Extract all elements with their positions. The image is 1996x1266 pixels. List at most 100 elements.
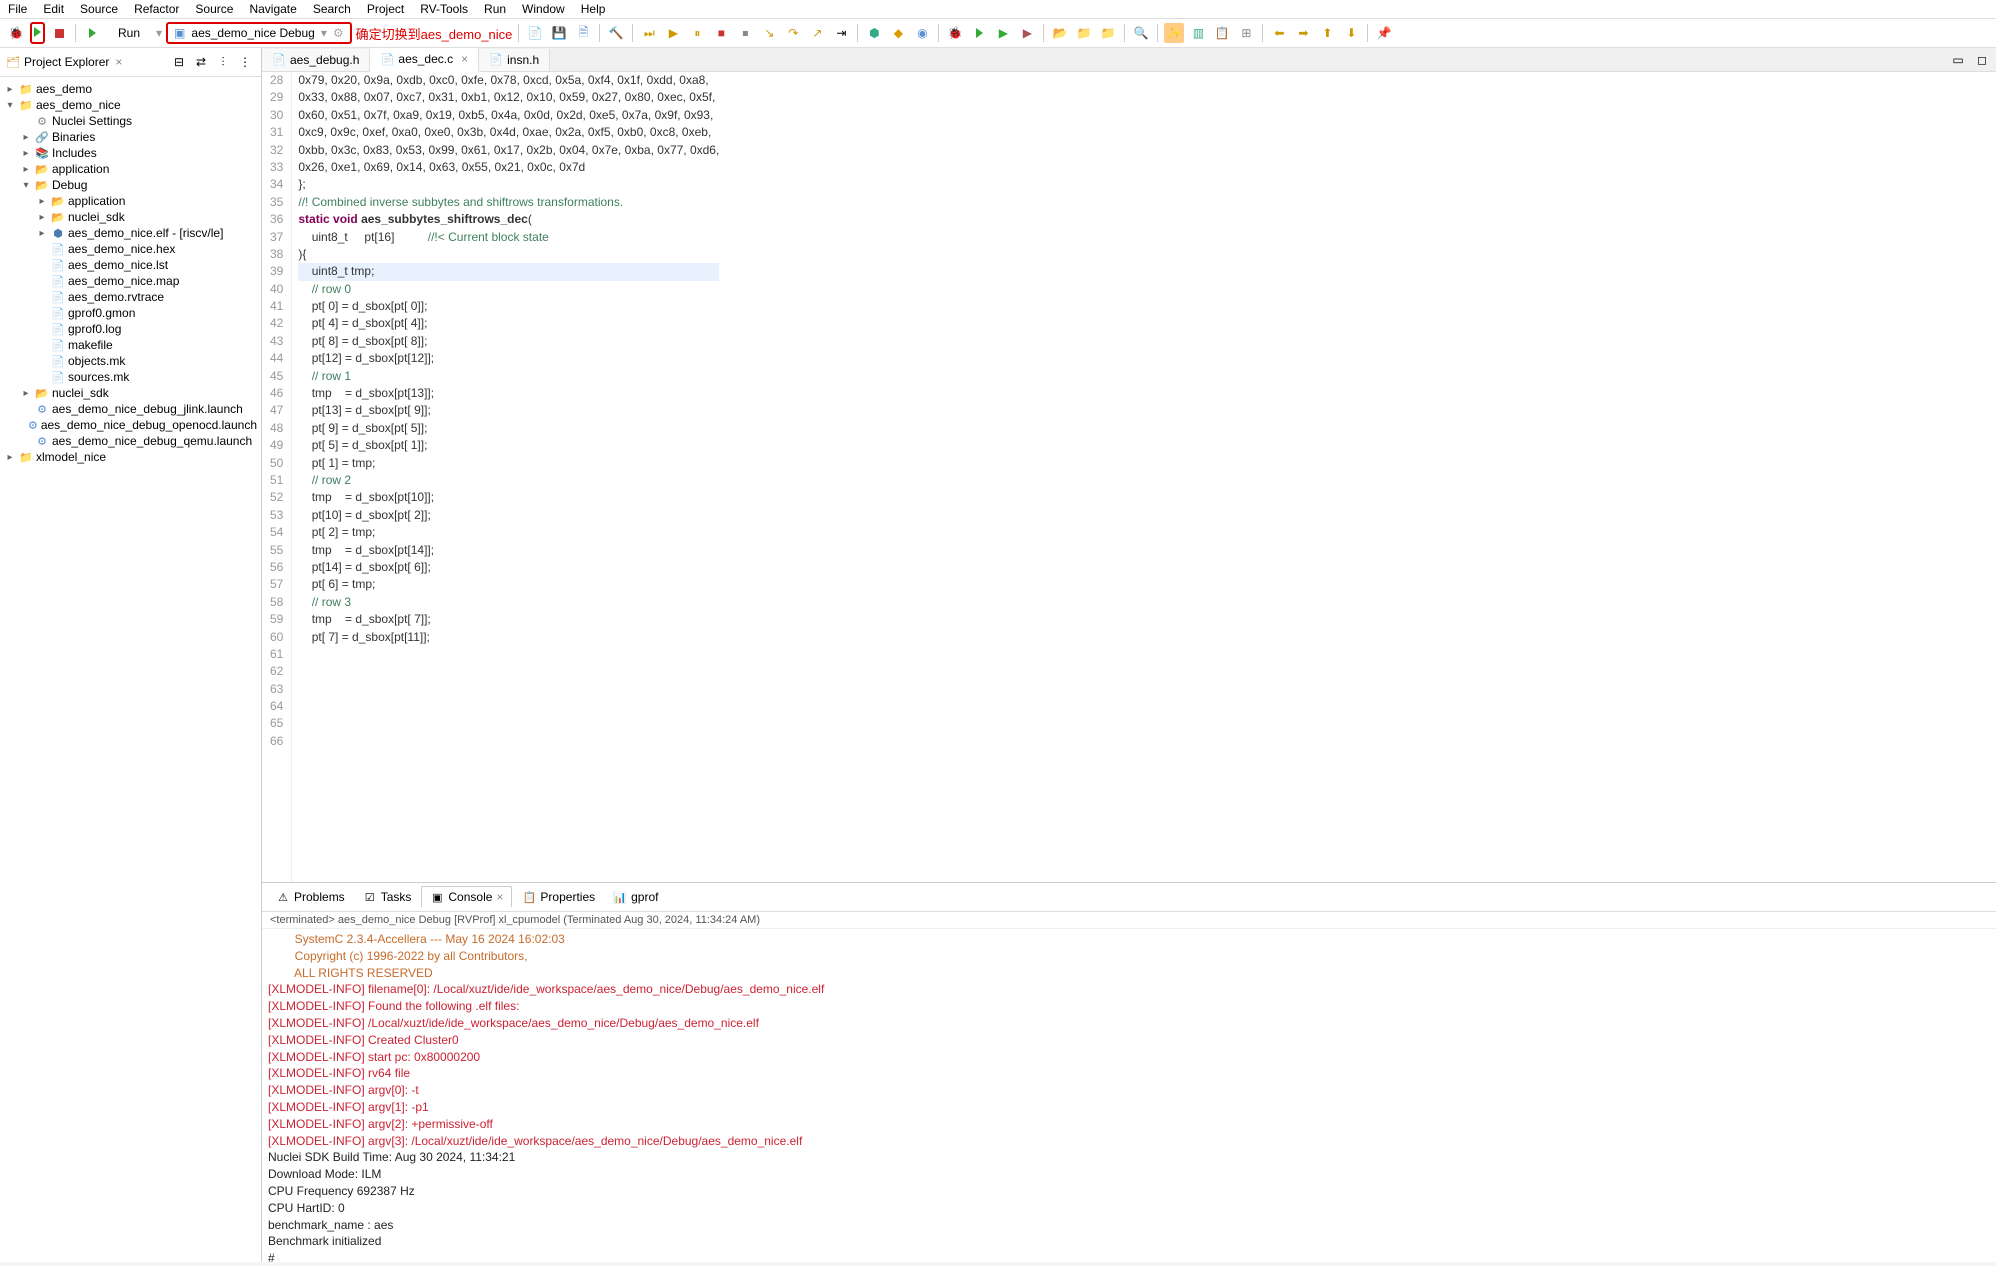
wand-icon[interactable]: ✨ (1164, 23, 1184, 43)
tree-item[interactable]: ▸📂nuclei_sdk (0, 385, 261, 401)
menu-project[interactable]: Project (367, 2, 404, 16)
instr-step-icon[interactable]: ⇥ (831, 23, 851, 43)
tree-item[interactable]: ▸📂nuclei_sdk (0, 209, 261, 225)
twisty-icon[interactable]: ▸ (20, 164, 32, 175)
run-button[interactable] (30, 22, 45, 44)
nav-fwd-icon[interactable]: ➡ (1293, 23, 1313, 43)
debug-icon[interactable]: 🐞 (945, 23, 965, 43)
twisty-icon[interactable]: ▸ (20, 388, 32, 399)
close-icon[interactable]: × (461, 52, 468, 66)
tree-item[interactable]: ▸📚Includes (0, 145, 261, 161)
editor-tab[interactable]: 📄aes_debug.h (262, 49, 370, 71)
launch-config-dropdown[interactable]: ▣ aes_demo_nice Debug ▾ ⚙ (166, 22, 352, 44)
menu-window[interactable]: Window (522, 2, 565, 16)
terminate-icon[interactable]: ■ (711, 23, 731, 43)
hammer-icon[interactable]: 🔨 (606, 23, 626, 43)
new-icon[interactable]: 📄 (525, 23, 545, 43)
tree-item[interactable]: ▸📁xlmodel_nice (0, 449, 261, 465)
menu-source[interactable]: Source (80, 2, 118, 16)
step-into-icon[interactable]: ↘ (759, 23, 779, 43)
twisty-icon[interactable]: ▾ (4, 100, 16, 111)
folder2-icon[interactable]: 📁 (1098, 23, 1118, 43)
tree-item[interactable]: 📄objects.mk (0, 353, 261, 369)
bottom-tab-tasks[interactable]: ☑Tasks (355, 887, 420, 907)
nav-down-icon[interactable]: ⬇ (1341, 23, 1361, 43)
tree-item[interactable]: ▸📁aes_demo (0, 81, 261, 97)
save-all-icon[interactable]: 🗎 (573, 23, 593, 43)
tree-item[interactable]: ⚙aes_demo_nice_debug_jlink.launch (0, 401, 261, 417)
twisty-icon[interactable]: ▾ (20, 180, 32, 191)
bottom-tab-properties[interactable]: 📋Properties (514, 887, 603, 907)
tool2-icon[interactable]: ◆ (888, 23, 908, 43)
save-icon[interactable]: 💾 (549, 23, 569, 43)
menu-file[interactable]: File (8, 2, 27, 16)
twisty-icon[interactable]: ▸ (20, 148, 32, 159)
twisty-icon[interactable]: ▸ (36, 228, 48, 239)
tree-item[interactable]: 📄gprof0.log (0, 321, 261, 337)
menu-rv-tools[interactable]: RV-Tools (420, 2, 468, 16)
pause-icon[interactable]: ⏸ (687, 23, 707, 43)
twisty-icon[interactable]: ▸ (36, 196, 48, 207)
tool3-icon[interactable]: ◉ (912, 23, 932, 43)
tree-item[interactable]: ▸⬢aes_demo_nice.elf - [riscv/le] (0, 225, 261, 241)
search-icon[interactable]: 🔍 (1131, 23, 1151, 43)
open-icon[interactable]: 📂 (1050, 23, 1070, 43)
resume-icon[interactable]: ▶ (663, 23, 683, 43)
bottom-tab-problems[interactable]: ⚠Problems (268, 887, 353, 907)
filter-icon[interactable]: ⫶ (213, 52, 233, 72)
coverage-icon[interactable]: ▶ (993, 23, 1013, 43)
twisty-icon[interactable]: ▸ (4, 84, 16, 95)
tree-item[interactable]: 📄aes_demo_nice.lst (0, 257, 261, 273)
tree-item[interactable]: 📄aes_demo.rvtrace (0, 289, 261, 305)
tree-item[interactable]: ▾📂Debug (0, 177, 261, 193)
profile-icon[interactable]: ▶ (1017, 23, 1037, 43)
folder-icon[interactable]: 📁 (1074, 23, 1094, 43)
tree-item[interactable]: 📄makefile (0, 337, 261, 353)
tree-item[interactable]: ⚙aes_demo_nice_debug_openocd.launch (0, 417, 261, 433)
code-editor[interactable]: 2829303132333435363738394041424344454647… (262, 72, 1996, 882)
tool-icon[interactable]: ⬢ (864, 23, 884, 43)
sheet-icon[interactable]: ⊞ (1236, 23, 1256, 43)
editor-tab[interactable]: 📄aes_dec.c× (370, 48, 479, 72)
project-tree[interactable]: ▸📁aes_demo▾📁aes_demo_nice⚙Nuclei Setting… (0, 77, 261, 1262)
tree-item[interactable]: ⚙Nuclei Settings (0, 113, 261, 129)
menu-search[interactable]: Search (313, 2, 351, 16)
bottom-tab-gprof[interactable]: 📊gprof (605, 887, 666, 907)
menu-refactor[interactable]: Refactor (134, 2, 179, 16)
twisty-icon[interactable]: ▸ (20, 132, 32, 143)
minimize-icon[interactable]: ▭ (1948, 50, 1968, 70)
tree-item[interactable]: ▸📂application (0, 193, 261, 209)
view-menu-icon[interactable]: ⋮ (235, 52, 255, 72)
menu-help[interactable]: Help (581, 2, 606, 16)
editor-tab[interactable]: 📄insn.h (479, 49, 550, 71)
bottom-tab-console[interactable]: ▣Console × (421, 886, 512, 908)
tree-item[interactable]: ▸📂application (0, 161, 261, 177)
stop-button[interactable] (49, 23, 69, 43)
tree-item[interactable]: 📄aes_demo_nice.hex (0, 241, 261, 257)
chip-icon[interactable]: ▥ (1188, 23, 1208, 43)
tree-item[interactable]: 📄aes_demo_nice.map (0, 273, 261, 289)
menu-source[interactable]: Source (195, 2, 233, 16)
menu-edit[interactable]: Edit (43, 2, 64, 16)
nav-up-icon[interactable]: ⬆ (1317, 23, 1337, 43)
close-icon[interactable]: × (496, 890, 503, 904)
disconnect-icon[interactable]: ⏹ (735, 23, 755, 43)
doc-icon[interactable]: 📋 (1212, 23, 1232, 43)
console-output[interactable]: SystemC 2.3.4-Accellera --- May 16 2024 … (262, 929, 1996, 1262)
step-over-icon[interactable]: ↷ (783, 23, 803, 43)
twisty-icon[interactable]: ▸ (4, 452, 16, 463)
nav-back-icon[interactable]: ⬅ (1269, 23, 1289, 43)
menu-navigate[interactable]: Navigate (249, 2, 296, 16)
link-editor-icon[interactable]: ⇄ (191, 52, 211, 72)
tree-item[interactable]: ⚙aes_demo_nice_debug_qemu.launch (0, 433, 261, 449)
close-icon[interactable]: × (115, 55, 122, 69)
step-return-icon[interactable]: ↗ (807, 23, 827, 43)
play-icon[interactable] (969, 23, 989, 43)
menu-run[interactable]: Run (484, 2, 506, 16)
tree-item[interactable]: 📄gprof0.gmon (0, 305, 261, 321)
bug-icon[interactable]: 🐞 (6, 23, 26, 43)
tree-item[interactable]: ▾📁aes_demo_nice (0, 97, 261, 113)
run-small-icon[interactable] (82, 23, 102, 43)
tree-item[interactable]: 📄sources.mk (0, 369, 261, 385)
collapse-all-icon[interactable]: ⊟ (169, 52, 189, 72)
